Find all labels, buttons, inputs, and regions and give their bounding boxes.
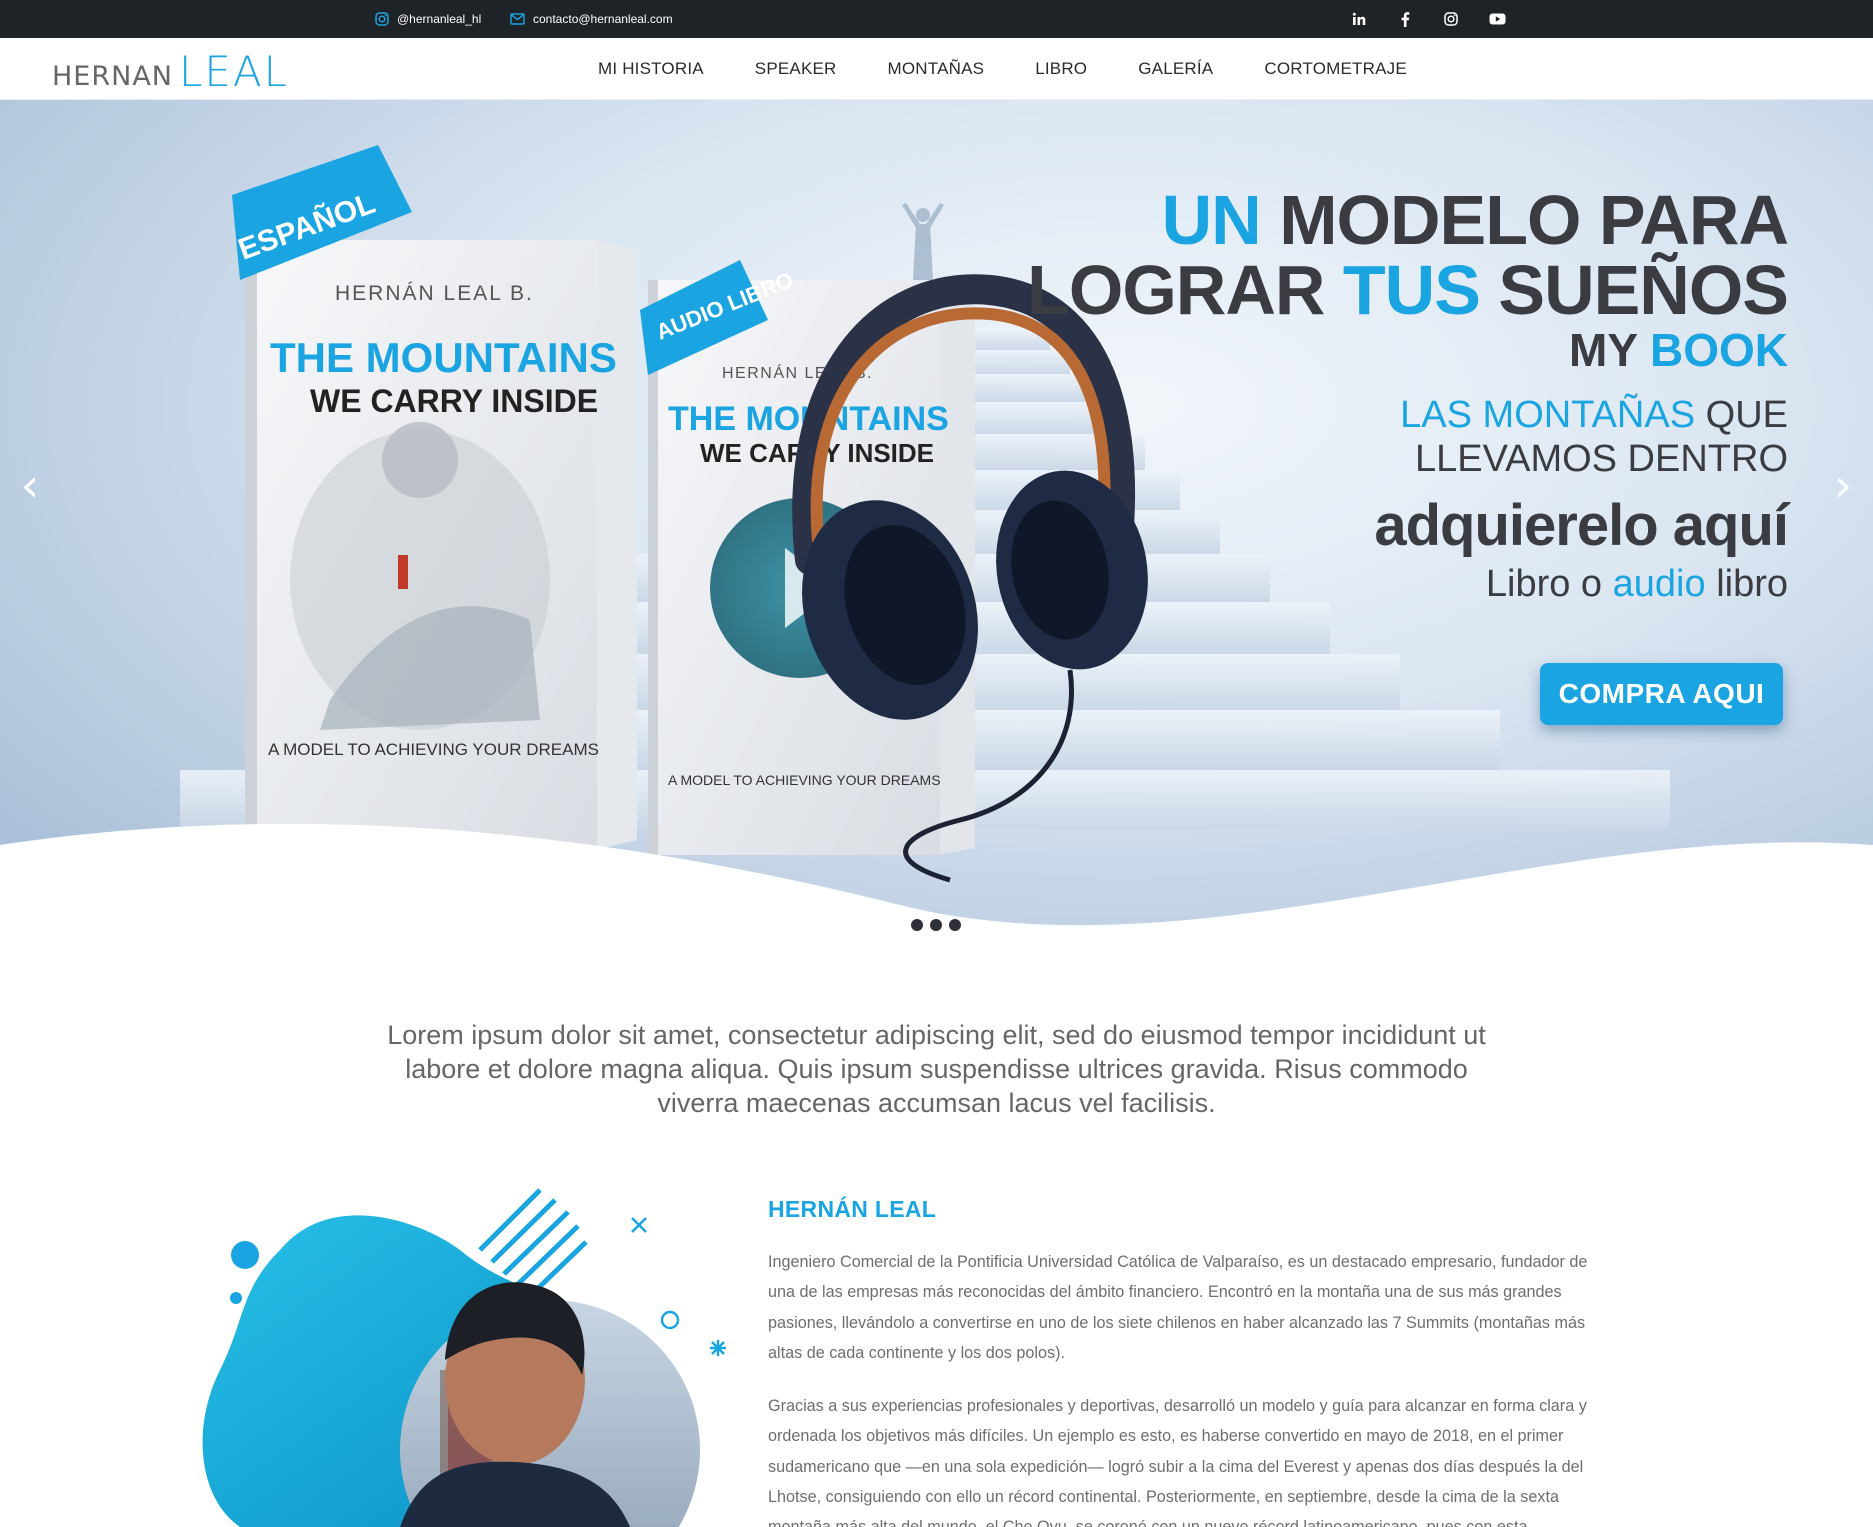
linkedin-icon[interactable] xyxy=(1350,10,1368,28)
slider-dot-2[interactable] xyxy=(930,919,942,931)
instagram-handle[interactable]: @hernanleal_hl xyxy=(397,12,481,26)
instagram-contact[interactable]: @hernanleal_hl xyxy=(375,0,481,38)
email-contact[interactable]: contacto@hernanleal.com xyxy=(510,0,673,38)
svg-text:THE MOUNTAINS: THE MOUNTAINS xyxy=(270,334,617,381)
svg-text:HERNÁN LEAL B.: HERNÁN LEAL B. xyxy=(335,282,534,305)
facebook-icon[interactable] xyxy=(1396,10,1414,28)
svg-text:WE CARRY INSIDE: WE CARRY INSIDE xyxy=(310,383,598,419)
hero-slider: ESPAÑOL HERNÁN LEAL B. THE MOUNTAINS WE … xyxy=(0,100,1873,970)
youtube-icon[interactable] xyxy=(1488,10,1506,28)
hero-line-6: adquierelo aquí xyxy=(1374,493,1789,558)
svg-text:A MODEL TO ACHIEVING YOUR DREA: A MODEL TO ACHIEVING YOUR DREAMS xyxy=(668,772,941,788)
author-photo-composition xyxy=(200,1170,760,1527)
hero-line-5: LLEVAMOS DENTRO xyxy=(1414,438,1788,480)
logo-last-name: LEAL xyxy=(179,47,290,96)
social-links xyxy=(1350,0,1506,38)
slider-dot-1[interactable] xyxy=(911,919,923,931)
buy-button[interactable]: COMPRA AQUI xyxy=(1540,663,1783,725)
nav-speaker[interactable]: SPEAKER xyxy=(755,59,837,79)
email-address[interactable]: contacto@hernanleal.com xyxy=(533,12,673,26)
hero-line-1: UN MODELO PARA xyxy=(1161,181,1789,259)
nav-cortometraje[interactable]: CORTOMETRAJE xyxy=(1264,59,1407,79)
svg-text:A MODEL TO ACHIEVING YOUR DREA: A MODEL TO ACHIEVING YOUR DREAMS xyxy=(268,740,599,759)
book-cover-espanol: ESPAÑOL HERNÁN LEAL B. THE MOUNTAINS WE … xyxy=(232,145,637,850)
slider-next-arrow[interactable]: › xyxy=(1823,455,1863,515)
nav-libro[interactable]: LIBRO xyxy=(1035,59,1087,79)
slider-dots xyxy=(911,919,961,931)
intro-text: Lorem ipsum dolor sit amet, consectetur … xyxy=(387,1020,1486,1118)
nav-galeria[interactable]: GALERÍA xyxy=(1138,59,1213,79)
hero-line-2: LOGRAR TUS SUEÑOS xyxy=(1027,251,1789,329)
about-title: HERNÁN LEAL xyxy=(768,1196,937,1222)
logo-first-name: HERNAN xyxy=(52,61,173,92)
instagram-social-icon[interactable] xyxy=(1442,10,1460,28)
site-logo[interactable]: HERNAN LEAL xyxy=(52,47,290,96)
hero-headline: UN MODELO PARA LOGRAR TUS SUEÑOS MY BOOK… xyxy=(1027,181,1789,607)
about-paragraph-2: Gracias a sus experiencias profesionales… xyxy=(768,1397,1587,1527)
about-paragraph-1: Ingeniero Comercial de la Pontificia Uni… xyxy=(768,1253,1588,1362)
main-nav: MI HISTORIA SPEAKER MONTAÑAS LIBRO GALER… xyxy=(598,38,1407,100)
instagram-icon xyxy=(375,12,389,26)
envelope-icon xyxy=(510,13,525,25)
about-text: Ingeniero Comercial de la Pontificia Uni… xyxy=(768,1247,1613,1527)
top-bar: @hernanleal_hl contacto@hernanleal.com xyxy=(0,0,1873,38)
nav-mi-historia[interactable]: MI HISTORIA xyxy=(598,59,704,79)
hero-line-3: MY BOOK xyxy=(1569,324,1788,376)
slider-dot-3[interactable] xyxy=(949,919,961,931)
hero-line-4: LAS MONTAÑAS QUE xyxy=(1400,394,1788,436)
nav-montanas[interactable]: MONTAÑAS xyxy=(888,59,985,79)
site-header: HERNAN LEAL MI HISTORIA SPEAKER MONTAÑAS… xyxy=(0,38,1873,100)
slider-prev-arrow[interactable]: ‹ xyxy=(10,455,50,515)
hero-line-7: Libro o audio libro xyxy=(1485,563,1788,605)
